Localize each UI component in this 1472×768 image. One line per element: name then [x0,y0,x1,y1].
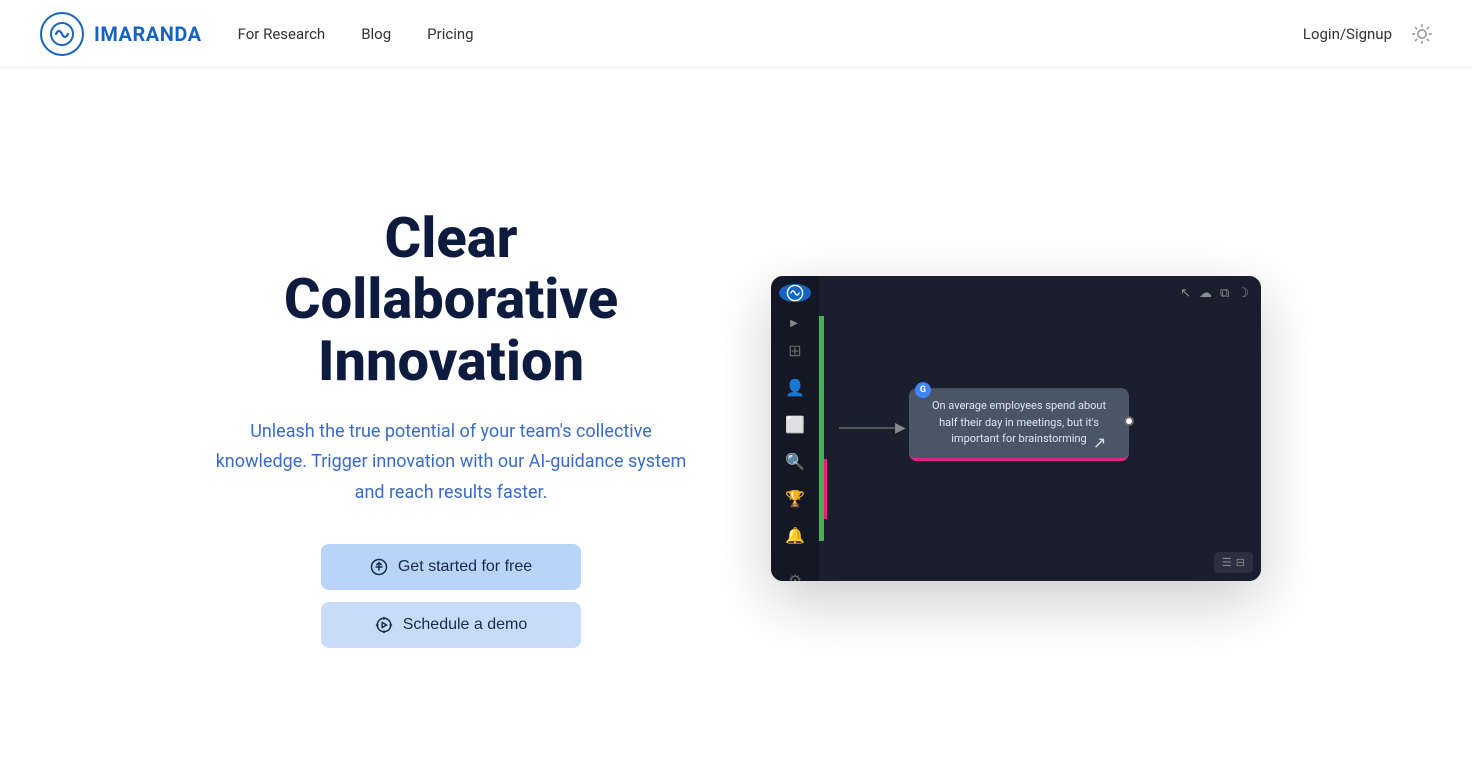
sidebar-logo-btn[interactable] [779,284,811,302]
tooltip-text: On average employees spend about half th… [923,398,1115,448]
nav-right: Login/Signup [1303,24,1432,44]
sidebar-settings-icon[interactable]: ⚙ [782,565,808,581]
hero-title: Clear Collaborative Innovation [211,208,691,393]
bottom-bar-list-icon: ☰ [1222,556,1232,569]
bottom-bar-grid-icon: ⊟ [1236,556,1245,569]
cursor-indicator: ↗ [1093,433,1106,452]
brand-name: IMARANDA [94,22,202,46]
login-signup-link[interactable]: Login/Signup [1303,25,1392,43]
sidebar-trophy-icon[interactable]: 🏆 [779,483,811,514]
schedule-demo-button[interactable]: Schedule a demo [321,602,581,648]
sidebar-layers-icon[interactable]: ⬜ [779,409,811,440]
hero-section: Clear Collaborative Innovation Unleash t… [0,68,1472,768]
sidebar-search-icon[interactable]: 🔍 [779,446,811,477]
sidebar-grid-icon[interactable]: ⊞ [782,335,807,366]
schedule-demo-icon [375,616,393,634]
get-started-icon [370,558,388,576]
cloud-icon: ☁ [1199,286,1212,301]
mockup-sidebar: ▶ ⊞ 👤 ⬜ 🔍 🏆 🔔 ⚙ [771,276,819,581]
hero-content: Clear Collaborative Innovation Unleash t… [211,208,691,649]
moon-icon: ☽ [1237,286,1249,301]
cursor-icon: ↖ [1180,286,1191,301]
logo-icon [40,12,84,56]
mockup-toolbar: ↖ ☁ ⧉ ☽ [1168,276,1261,312]
navbar: IMARANDA For Research Blog Pricing Login… [0,0,1472,68]
google-badge: G [915,382,931,398]
sidebar-bell-icon[interactable]: 🔔 [779,520,811,551]
copy-icon: ⧉ [1220,286,1229,301]
sidebar-user-icon[interactable]: 👤 [779,372,811,403]
app-mockup: ↖ ☁ ⧉ ☽ ▶ ⊞ 👤 ⬜ 🔍 🏆 🔔 ⚙ [771,276,1261,581]
tooltip-connector-dot [1124,416,1134,426]
mockup-content-area: ▶ G On average employees spend about hal… [819,276,1261,581]
flow-arrow: ▶ [839,420,906,436]
pink-accent-bar [824,459,827,519]
logo[interactable]: IMARANDA [40,12,202,56]
get-started-button[interactable]: Get started for free [321,544,581,590]
nav-blog[interactable]: Blog [361,25,391,43]
hero-buttons: Get started for free Schedule a demo [211,544,691,648]
mockup-bottom-bar: ☰ ⊟ [1214,552,1253,573]
nav-pricing[interactable]: Pricing [427,25,473,43]
nav-left: IMARANDA For Research Blog Pricing [40,12,474,56]
sidebar-expand-icon: ▶ [790,318,798,329]
nav-for-research[interactable]: For Research [238,25,326,43]
hero-subtitle: Unleash the true potential of your team'… [211,417,691,509]
theme-toggle-button[interactable] [1412,24,1432,44]
